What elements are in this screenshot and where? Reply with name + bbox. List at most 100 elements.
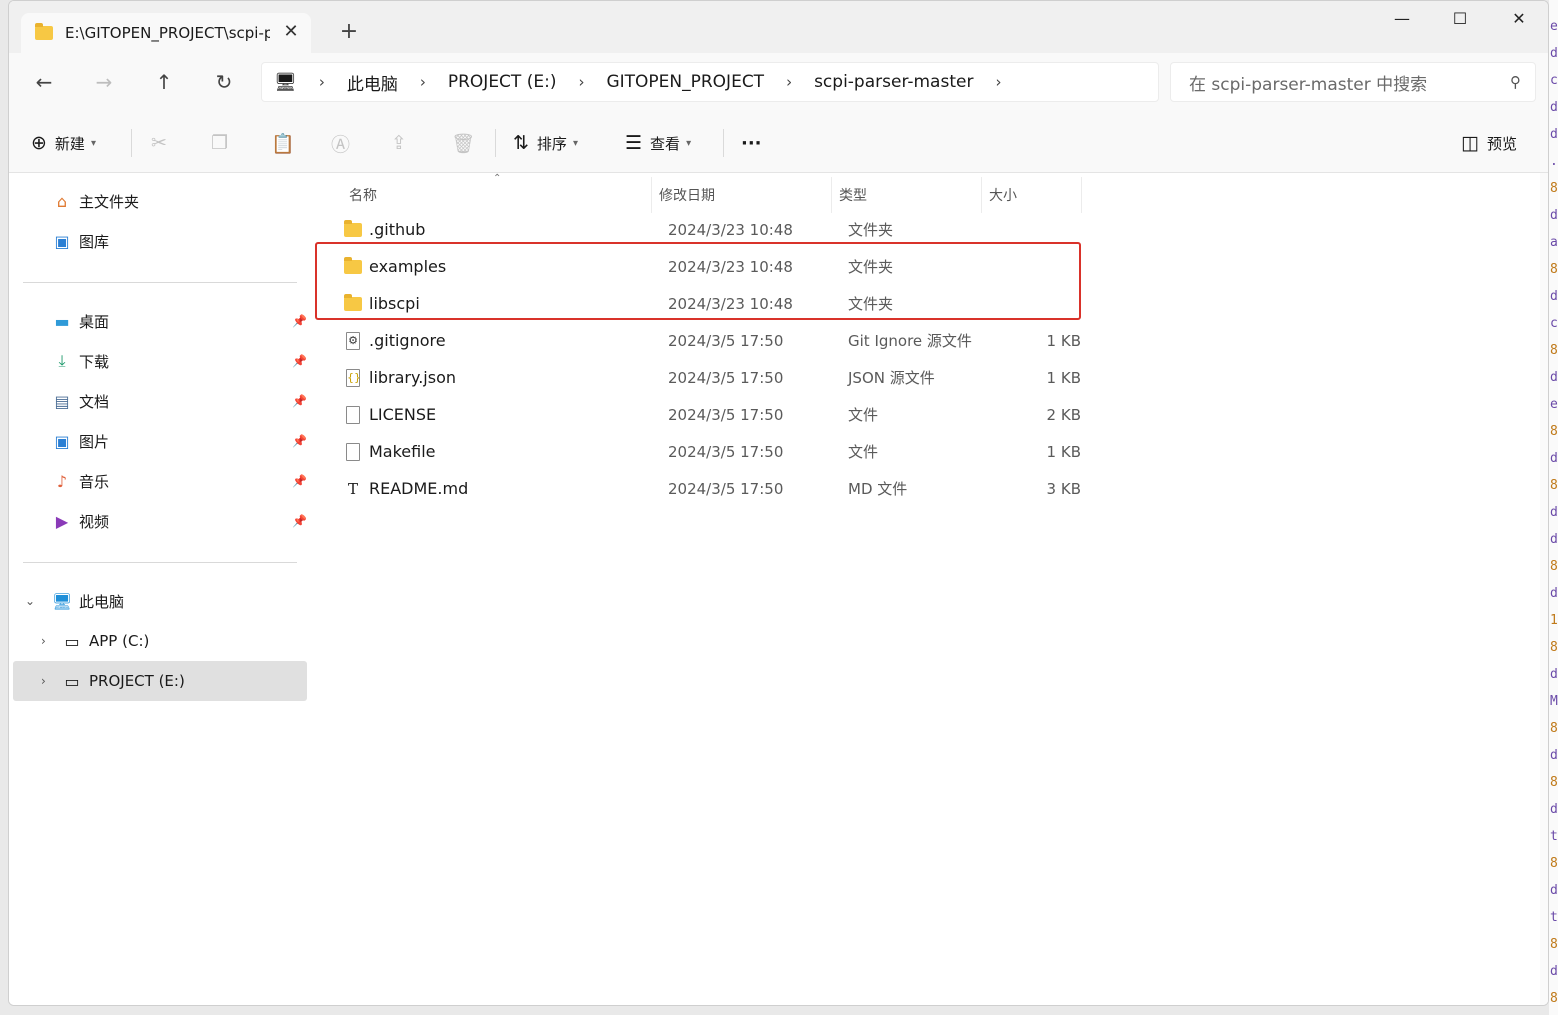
breadcrumb-this-pc[interactable]: 此电脑: [347, 70, 398, 95]
sidebar-item-pictures[interactable]: ▣ 图片 📌: [13, 421, 307, 461]
table-row[interactable]: examples 2024/3/23 10:48 文件夹: [335, 248, 1085, 285]
view-label: 查看: [650, 134, 681, 153]
home-icon: ⌂: [56, 191, 68, 211]
table-row[interactable]: {} library.json 2024/3/5 17:50 JSON 源文件 1…: [335, 359, 1085, 396]
search-placeholder: 在 scpi-parser-master 中搜索: [1189, 74, 1428, 95]
scrollbar[interactable]: [1540, 173, 1548, 1005]
preview-pane-icon: ◫: [1461, 132, 1479, 154]
search-icon[interactable]: ⚲: [1510, 73, 1521, 91]
file-type: 文件: [848, 406, 879, 424]
new-tab-button[interactable]: +: [337, 21, 361, 45]
new-button[interactable]: ⊕ 新建 ▾: [31, 131, 96, 155]
minimize-button[interactable]: —: [1380, 9, 1424, 33]
cut-button[interactable]: ✂: [151, 131, 175, 155]
chevron-down-icon[interactable]: ⌄: [25, 594, 35, 608]
breadcrumb-scpi-parser-master[interactable]: scpi-parser-master: [814, 72, 973, 92]
pin-icon[interactable]: 📌: [292, 474, 307, 488]
column-divider[interactable]: [831, 177, 832, 213]
folder-icon: [35, 23, 53, 40]
column-header-date[interactable]: 修改日期: [659, 181, 715, 209]
sort-label: 排序: [536, 134, 567, 153]
background-text-strip: edcdd.8da8dc8de8d8dd8d18dM8d8dt8dt8d8: [1549, 0, 1558, 1015]
background-text-char: d: [1550, 505, 1558, 520]
pin-icon[interactable]: 📌: [292, 434, 307, 448]
sidebar-item-drive-e[interactable]: › ▭ PROJECT (E:): [13, 661, 307, 701]
sidebar-item-music[interactable]: ♪ 音乐 📌: [13, 461, 307, 501]
file-name: .github: [369, 220, 426, 239]
sort-button[interactable]: ⇅ 排序 ▾: [513, 131, 578, 155]
sidebar-item-desktop[interactable]: ▬ 桌面 📌: [13, 301, 307, 341]
table-row[interactable]: .github 2024/3/23 10:48 文件夹: [335, 211, 1085, 248]
share-button[interactable]: ⇪: [391, 131, 415, 155]
view-button[interactable]: ☰ 查看 ▾: [625, 131, 691, 155]
table-row[interactable]: Makefile 2024/3/5 17:50 文件 1 KB: [335, 433, 1085, 470]
tab-close-icon[interactable]: ✕: [281, 22, 301, 42]
pin-icon[interactable]: 📌: [292, 314, 307, 328]
forward-button[interactable]: →: [89, 67, 119, 97]
table-row[interactable]: T README.md 2024/3/5 17:50 MD 文件 3 KB: [335, 470, 1085, 507]
chevron-right-icon[interactable]: ›: [41, 634, 46, 648]
pin-icon[interactable]: 📌: [292, 354, 307, 368]
file-size: 1 KB: [1046, 368, 1081, 387]
background-text-char: c: [1550, 316, 1558, 331]
address-bar[interactable]: 🖥 › 此电脑 › PROJECT (E:) › GITOPEN_PROJECT…: [261, 62, 1159, 102]
column-header-size[interactable]: 大小: [989, 181, 1017, 209]
breadcrumb-gitopen-project[interactable]: GITOPEN_PROJECT: [606, 72, 764, 92]
refresh-button[interactable]: ↻: [209, 67, 239, 97]
toolbar-divider: [723, 129, 724, 157]
drive-icon: ▭: [64, 671, 80, 691]
background-text-char: 8: [1550, 721, 1558, 736]
preview-pane-button[interactable]: ◫ 预览: [1461, 131, 1517, 155]
sidebar-item-gallery[interactable]: ▣ 图库: [13, 221, 307, 261]
column-divider[interactable]: [981, 177, 982, 213]
search-input[interactable]: 在 scpi-parser-master 中搜索 ⚲: [1170, 62, 1536, 102]
pin-icon[interactable]: 📌: [292, 514, 307, 528]
breadcrumb-project-drive[interactable]: PROJECT (E:): [448, 72, 557, 92]
pin-icon[interactable]: 📌: [292, 394, 307, 408]
sidebar-item-label: 视频: [79, 512, 110, 531]
up-button[interactable]: ↑: [149, 67, 179, 97]
chevron-right-icon[interactable]: ›: [41, 674, 46, 688]
sidebar-item-videos[interactable]: ▶ 视频 📌: [13, 501, 307, 541]
breadcrumb-separator[interactable]: ›: [319, 73, 325, 91]
file-date: 2024/3/5 17:50: [668, 331, 784, 350]
table-row[interactable]: libscpi 2024/3/23 10:48 文件夹: [335, 285, 1085, 322]
preview-label: 预览: [1486, 134, 1517, 153]
background-text-char: d: [1550, 964, 1558, 979]
copy-button[interactable]: ❐: [211, 131, 236, 155]
close-window-button[interactable]: ✕: [1497, 9, 1541, 33]
breadcrumb-separator[interactable]: ›: [420, 73, 426, 91]
paste-button[interactable]: 📋: [271, 131, 303, 155]
table-row[interactable]: ⚙ .gitignore 2024/3/5 17:50 Git Ignore 源文…: [335, 322, 1085, 359]
pictures-icon: ▣: [54, 431, 70, 451]
sidebar-item-this-pc[interactable]: ⌄ 🖥 此电脑: [13, 581, 307, 621]
rename-button[interactable]: Ⓐ: [331, 131, 358, 156]
back-button[interactable]: ←: [29, 67, 59, 97]
maximize-button[interactable]: ☐: [1438, 9, 1482, 33]
sidebar-item-home[interactable]: ⌂ 主文件夹: [13, 181, 307, 221]
delete-button[interactable]: 🗑: [451, 131, 483, 155]
more-options-button[interactable]: ···: [741, 131, 762, 155]
download-icon: ⤓: [58, 351, 66, 370]
table-row[interactable]: LICENSE 2024/3/5 17:50 文件 2 KB: [335, 396, 1085, 433]
sidebar-item-documents[interactable]: ▤ 文档 📌: [13, 381, 307, 421]
list-icon: ☰: [625, 132, 643, 154]
breadcrumb-separator[interactable]: ›: [578, 73, 584, 91]
column-divider[interactable]: [1081, 177, 1082, 213]
file-name: libscpi: [369, 294, 420, 313]
sort-ascending-icon: ⌃: [493, 173, 502, 184]
column-header-name[interactable]: 名称: [349, 181, 377, 209]
sidebar-item-downloads[interactable]: ⤓ 下载 📌: [13, 341, 307, 381]
column-divider[interactable]: [651, 177, 652, 213]
column-header-type[interactable]: 类型: [839, 181, 867, 209]
file-name: examples: [369, 257, 447, 276]
sidebar-item-drive-c[interactable]: › ▭ APP (C:): [13, 621, 307, 661]
computer-icon[interactable]: 🖥: [274, 72, 297, 93]
background-text-char: d: [1550, 586, 1558, 601]
drive-icon: ▭: [64, 631, 80, 651]
breadcrumb-separator[interactable]: ›: [995, 73, 1001, 91]
tab-current[interactable]: E:\GITOPEN_PROJECT\scpi-par ✕: [21, 13, 311, 53]
background-text-char: d: [1550, 46, 1558, 61]
background-text-char: d: [1550, 127, 1558, 142]
breadcrumb-separator[interactable]: ›: [786, 73, 792, 91]
